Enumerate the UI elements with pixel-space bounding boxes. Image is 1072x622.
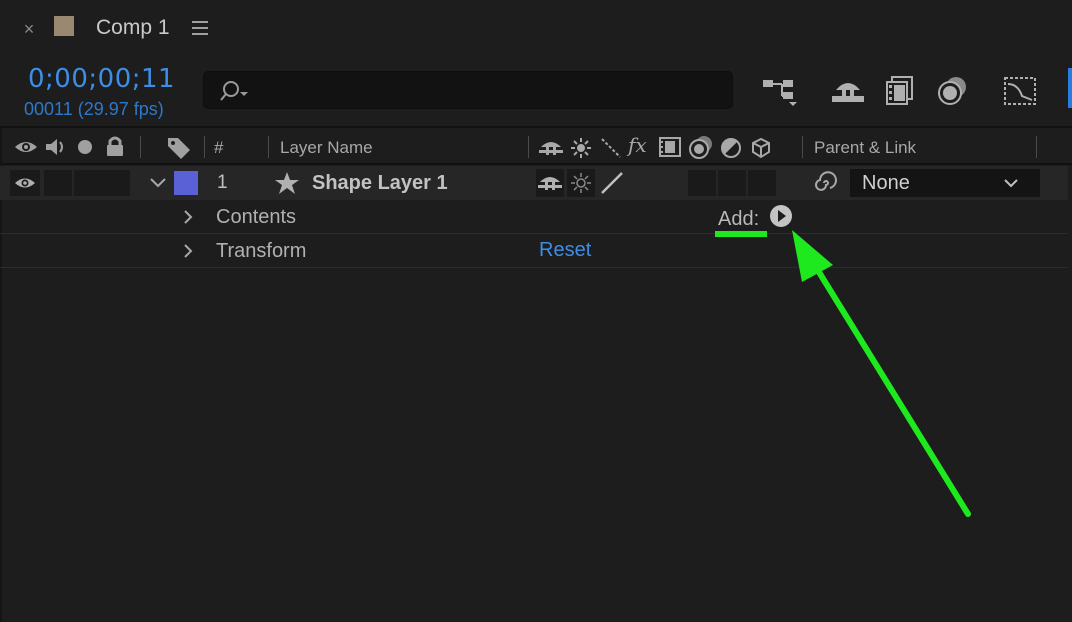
transform-label: Transform bbox=[216, 240, 307, 262]
add-label: Add: bbox=[718, 208, 760, 230]
audio-toggle-icon[interactable] bbox=[44, 136, 68, 158]
header-number-label[interactable]: # bbox=[214, 137, 223, 159]
comp-color-swatch bbox=[54, 16, 74, 36]
motion-blur-icon[interactable] bbox=[934, 74, 974, 108]
layer-solo-switch[interactable] bbox=[74, 170, 102, 196]
layer-collapse-switch[interactable] bbox=[567, 169, 595, 197]
header-separator bbox=[1036, 136, 1037, 158]
contents-label: Contents bbox=[216, 206, 297, 228]
frame-blending-icon[interactable] bbox=[882, 74, 922, 108]
header-top-divider bbox=[0, 126, 1072, 128]
header-bottom-divider bbox=[0, 163, 1072, 165]
contents-expand-chevron-icon[interactable] bbox=[180, 208, 196, 226]
layer-video-switch[interactable] bbox=[10, 170, 40, 196]
layer-name[interactable]: Shape Layer 1 bbox=[312, 170, 448, 196]
layer-search-input[interactable] bbox=[203, 71, 733, 109]
graph-editor-icon[interactable] bbox=[1000, 74, 1040, 108]
comp-tab-title[interactable]: Comp 1 bbox=[96, 14, 170, 42]
header-separator bbox=[204, 136, 205, 158]
collapse-transform-icon bbox=[570, 137, 592, 159]
layer-quality-switch[interactable] bbox=[598, 169, 626, 197]
transform-expand-chevron-icon[interactable] bbox=[180, 242, 196, 260]
panel-menu-icon[interactable] bbox=[190, 18, 210, 38]
layer-number: 1 bbox=[217, 172, 228, 193]
motion-blur-switch-icon bbox=[688, 135, 714, 159]
shape-layer-star-icon bbox=[274, 171, 300, 195]
header-separator bbox=[802, 136, 803, 158]
video-toggle-icon[interactable] bbox=[14, 138, 38, 156]
panel-edge-highlight bbox=[1068, 68, 1072, 108]
frame-blend-switch-icon bbox=[658, 136, 682, 158]
reset-transform-link[interactable]: Reset bbox=[539, 237, 591, 263]
solo-toggle-icon[interactable] bbox=[77, 139, 93, 155]
layer-audio-switch[interactable] bbox=[44, 170, 72, 196]
header-separator bbox=[268, 136, 269, 158]
label-tag-icon[interactable] bbox=[166, 134, 192, 160]
layer-shy-switch[interactable] bbox=[536, 169, 564, 197]
annotation-arrow bbox=[780, 220, 990, 530]
effects-switch-icon: fx bbox=[628, 133, 647, 157]
parent-value: None bbox=[862, 172, 910, 194]
lock-toggle-icon[interactable] bbox=[105, 135, 125, 157]
chevron-down-icon bbox=[1002, 175, 1020, 191]
adjustment-layer-icon bbox=[720, 137, 742, 159]
layer-adjustment-switch[interactable] bbox=[718, 170, 746, 196]
3d-layer-icon bbox=[750, 137, 772, 159]
layer-lock-switch[interactable] bbox=[102, 170, 130, 196]
header-layer-name-label[interactable]: Layer Name bbox=[280, 137, 373, 159]
shy-switch-icon bbox=[538, 137, 564, 159]
close-tab-button[interactable]: × bbox=[18, 18, 40, 40]
composition-flowchart-icon[interactable] bbox=[760, 74, 800, 108]
frame-count-display: 00011 (29.97 fps) bbox=[24, 99, 164, 119]
header-separator bbox=[140, 136, 141, 158]
header-separator bbox=[528, 136, 529, 158]
layer-3d-switch[interactable] bbox=[748, 170, 776, 196]
layer-row[interactable]: 1 Shape Layer 1 None bbox=[0, 166, 1068, 200]
layer-expand-chevron-icon[interactable] bbox=[148, 174, 168, 192]
current-time-display[interactable]: 0;00;00;11 bbox=[28, 63, 175, 95]
search-icon[interactable] bbox=[218, 80, 252, 102]
pick-whip-icon[interactable] bbox=[810, 170, 838, 196]
quality-switch-icon bbox=[600, 137, 622, 159]
parent-dropdown[interactable]: None bbox=[850, 169, 1040, 197]
shy-layers-icon[interactable] bbox=[828, 74, 868, 108]
layer-label-color[interactable] bbox=[174, 171, 198, 195]
layer-motion-blur-switch[interactable] bbox=[688, 170, 716, 196]
header-parent-link-label[interactable]: Parent & Link bbox=[814, 137, 916, 159]
